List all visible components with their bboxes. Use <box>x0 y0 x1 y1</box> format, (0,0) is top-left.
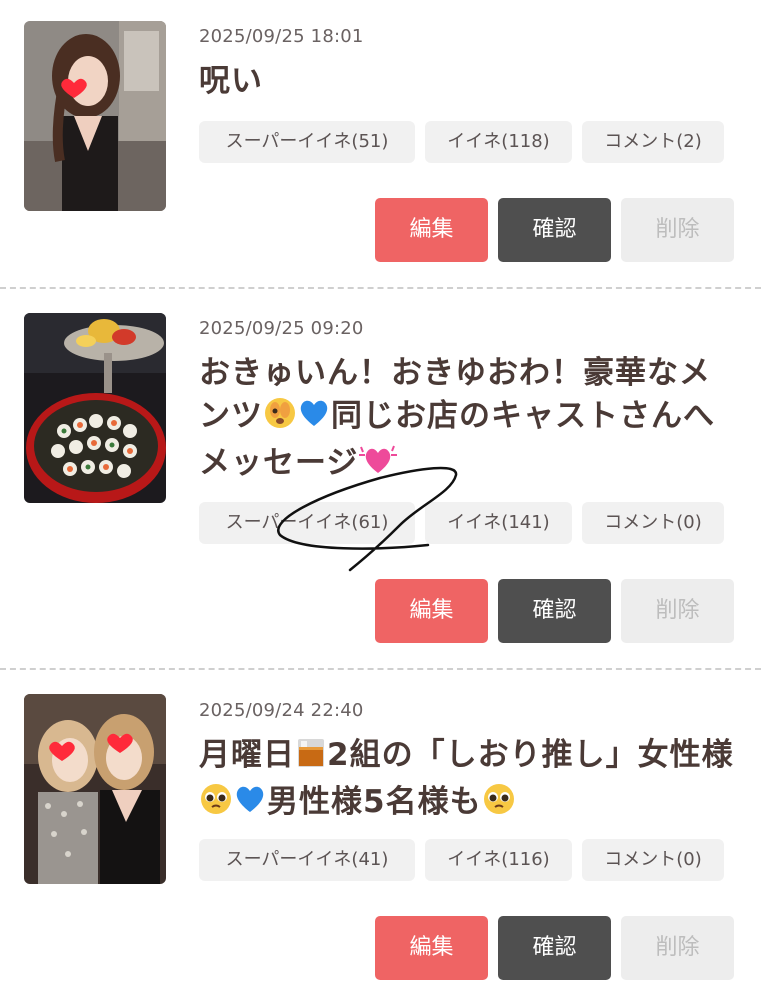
iine-tag[interactable]: イイネ(118) <box>425 121 572 163</box>
post-thumbnail[interactable] <box>24 21 166 211</box>
title-text: 2組の「しおり推し」女性様 <box>327 737 734 773</box>
confirm-button[interactable]: 確認 <box>498 916 611 980</box>
super-iine-tag[interactable]: スーパーイイネ(41) <box>199 839 415 881</box>
edit-button[interactable]: 編集 <box>375 579 488 643</box>
post-actions: 編集 確認 削除 <box>375 198 734 262</box>
post-item: 2025/09/25 18:01 呪い スーパーイイネ(51) イイネ(118)… <box>0 0 761 285</box>
pleading-face-emoji <box>482 782 516 828</box>
blue-heart-emoji <box>297 396 331 442</box>
delete-button[interactable]: 削除 <box>621 198 734 262</box>
post-item: 2025/09/24 22:40 月曜日 2組の「しおり推し」女性様男性様5名様も… <box>0 672 761 1000</box>
post-thumbnail[interactable] <box>24 313 166 503</box>
post-title[interactable]: おきゅいん！おきゆおわ！豪華なメンツ 同じお店のキャストさんへメッセージ <box>199 352 739 489</box>
reaction-tags: スーパーイイネ(61) イイネ(141) コメント(0) <box>199 502 724 544</box>
post-actions: 編集 確認 削除 <box>375 579 734 643</box>
comment-tag[interactable]: コメント(2) <box>582 121 724 163</box>
super-iine-tag[interactable]: スーパーイイネ(61) <box>199 502 415 544</box>
title-text: 男性様5名様も <box>267 784 482 820</box>
peeking-face-emoji <box>263 396 297 442</box>
delete-button[interactable]: 削除 <box>621 916 734 980</box>
post-item: 2025/09/25 09:20 おきゅいん！おきゆおわ！豪華なメンツ 同じお店の… <box>0 290 761 668</box>
post-date: 2025/09/24 22:40 <box>199 700 364 721</box>
whisky-glass-emoji <box>295 735 327 781</box>
post-date: 2025/09/25 09:20 <box>199 318 364 339</box>
comment-tag[interactable]: コメント(0) <box>582 502 724 544</box>
super-iine-tag[interactable]: スーパーイイネ(51) <box>199 121 415 163</box>
reaction-tags: スーパーイイネ(51) イイネ(118) コメント(2) <box>199 121 724 163</box>
confirm-button[interactable]: 確認 <box>498 198 611 262</box>
edit-button[interactable]: 編集 <box>375 198 488 262</box>
title-text: 月曜日 <box>199 737 295 773</box>
comment-tag[interactable]: コメント(0) <box>582 839 724 881</box>
delete-button[interactable]: 削除 <box>621 579 734 643</box>
confirm-button[interactable]: 確認 <box>498 579 611 643</box>
post-title[interactable]: 月曜日 2組の「しおり推し」女性様男性様5名様も <box>199 734 739 828</box>
post-actions: 編集 確認 削除 <box>375 916 734 980</box>
post-date: 2025/09/25 18:01 <box>199 26 364 47</box>
post-thumbnail[interactable] <box>24 694 166 884</box>
iine-tag[interactable]: イイネ(116) <box>425 839 572 881</box>
reaction-tags: スーパーイイネ(41) イイネ(116) コメント(0) <box>199 839 724 881</box>
post-title[interactable]: 呪い <box>199 60 739 103</box>
divider <box>0 287 761 289</box>
divider <box>0 668 761 670</box>
edit-button[interactable]: 編集 <box>375 916 488 980</box>
sparkling-heart-emoji <box>358 443 398 489</box>
iine-tag[interactable]: イイネ(141) <box>425 502 572 544</box>
pleading-face-emoji <box>199 782 233 828</box>
blue-heart-emoji <box>233 782 267 828</box>
